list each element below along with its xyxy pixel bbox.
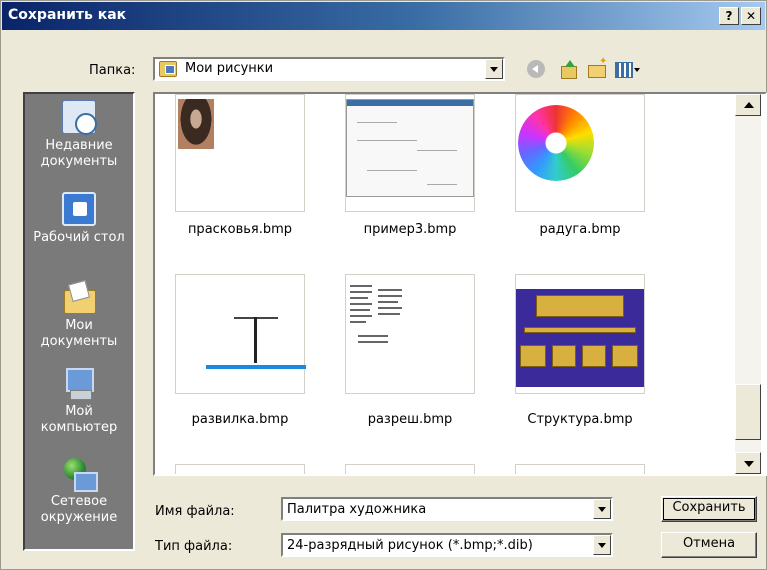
scroll-up-icon[interactable] [735, 94, 761, 116]
fork-image [206, 303, 306, 373]
document-image [350, 285, 410, 365]
file-name[interactable]: Структура.bmp [495, 412, 665, 427]
file-list[interactable]: прасковья.bmp пример3.bmp радуга.bmp раз… [153, 92, 767, 476]
view-menu-icon[interactable] [615, 60, 643, 78]
vertical-scrollbar[interactable] [735, 94, 761, 474]
folder-label: Папка: [89, 63, 136, 78]
folder-select[interactable]: Мои рисунки [153, 57, 505, 81]
filename-value: Палитра художника [287, 502, 427, 517]
rainbow-image [518, 105, 594, 181]
filename-input[interactable]: Палитра художника [281, 497, 613, 521]
file-thumbnail[interactable] [175, 464, 305, 474]
structure-image [516, 289, 644, 387]
title-bar[interactable]: Сохранить как ? ✕ [2, 2, 765, 30]
file-name[interactable]: радуга.bmp [495, 222, 665, 237]
place-recent-documents[interactable]: Недавние документы [25, 100, 133, 170]
new-folder-icon[interactable] [587, 56, 607, 78]
file-thumbnail[interactable] [345, 94, 475, 212]
my-documents-icon [62, 280, 96, 314]
pictures-folder-icon [159, 61, 177, 77]
desktop-icon [62, 192, 96, 226]
place-label: Мои документы [40, 318, 118, 349]
place-my-documents[interactable]: Мои документы [25, 280, 133, 350]
filetype-dropdown-arrow-icon[interactable] [593, 535, 611, 555]
file-thumbnail[interactable] [515, 274, 645, 394]
filename-dropdown-arrow-icon[interactable] [593, 499, 611, 519]
my-computer-icon [62, 366, 96, 400]
place-desktop[interactable]: Рабочий стол [25, 192, 133, 246]
scroll-down-icon[interactable] [735, 452, 761, 474]
save-button[interactable]: Сохранить [661, 496, 757, 522]
network-icon [62, 456, 98, 492]
place-label: Сетевое окружение [40, 494, 118, 525]
save-as-dialog: Сохранить как ? ✕ Папка: Мои рисунки Нед… [0, 0, 767, 570]
filetype-select[interactable]: 24-разрядный рисунок (*.bmp;*.dib) [281, 533, 613, 557]
place-label: Мой компьютер [40, 404, 118, 435]
filetype-value: 24-разрядный рисунок (*.bmp;*.dib) [287, 538, 533, 553]
back-icon[interactable] [527, 60, 545, 78]
file-name[interactable]: развилка.bmp [155, 412, 325, 427]
file-thumbnail[interactable] [515, 464, 645, 474]
folder-current: Мои рисунки [185, 61, 274, 76]
file-thumbnail[interactable] [175, 94, 305, 212]
filename-label: Имя файла: [155, 504, 235, 519]
window-title: Сохранить как [8, 7, 127, 23]
recent-documents-icon [62, 100, 97, 135]
place-my-computer[interactable]: Мой компьютер [25, 366, 133, 436]
filetype-label: Тип файла: [155, 539, 233, 554]
cancel-button[interactable]: Отмена [661, 532, 757, 558]
place-label: Рабочий стол [33, 230, 125, 245]
file-name[interactable]: прасковья.bmp [155, 222, 325, 237]
close-button[interactable]: ✕ [741, 7, 761, 25]
place-label: Недавние документы [40, 138, 118, 169]
place-network[interactable]: Сетевое окружение [25, 456, 133, 526]
help-button[interactable]: ? [719, 7, 739, 25]
folder-dropdown-arrow-icon[interactable] [485, 59, 503, 79]
file-thumbnail[interactable] [515, 94, 645, 212]
portrait-image [178, 99, 214, 149]
scroll-thumb[interactable] [735, 384, 761, 440]
screenshot-image [346, 99, 474, 197]
file-thumbnail[interactable] [175, 274, 306, 394]
file-name[interactable]: пример3.bmp [325, 222, 495, 237]
file-thumbnail[interactable] [345, 274, 475, 394]
file-thumbnail[interactable] [345, 464, 475, 474]
up-folder-icon[interactable] [559, 60, 579, 79]
places-bar: Недавние документы Рабочий стол Мои доку… [23, 92, 135, 551]
file-name[interactable]: разреш.bmp [325, 412, 495, 427]
